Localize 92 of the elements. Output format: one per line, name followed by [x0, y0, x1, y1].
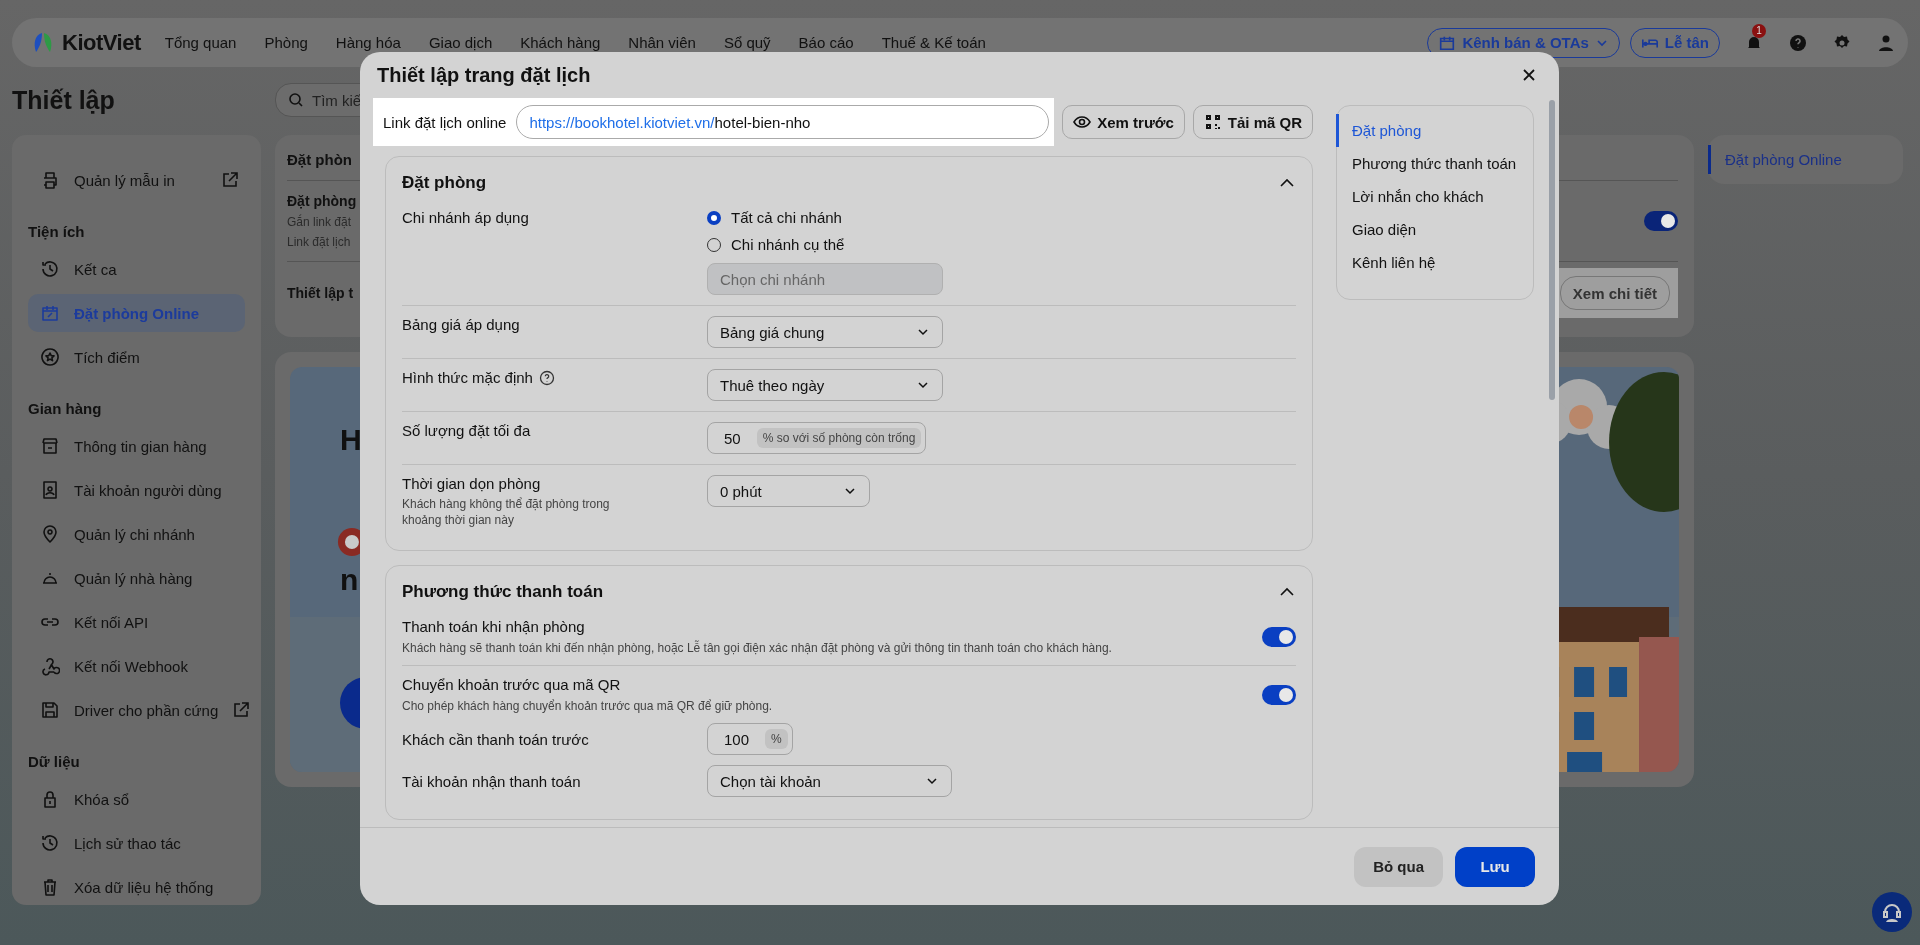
- section-link[interactable]: Lời nhắn cho khách: [1336, 180, 1533, 213]
- help-icon[interactable]: [1788, 32, 1808, 53]
- webhook-icon: [40, 656, 60, 676]
- cancel-button[interactable]: Bỏ qua: [1354, 846, 1443, 887]
- field-label: Thời gian dọn phòng: [402, 475, 541, 492]
- unit-label: % so với số phòng còn trống: [756, 428, 922, 448]
- nav-link[interactable]: Báo cáo: [798, 34, 854, 51]
- qr-code-icon: [1203, 113, 1222, 131]
- notification-badge: 1: [1752, 23, 1766, 38]
- location-pin-icon: [40, 524, 60, 544]
- search-icon: [288, 92, 304, 108]
- store-icon: [40, 436, 60, 456]
- section-link[interactable]: Giao diện: [1336, 213, 1533, 246]
- number-field[interactable]: 50 % so với số phòng còn trống: [707, 422, 927, 454]
- external-link-icon: [232, 701, 251, 719]
- section-link[interactable]: Phương thức thanh toán: [1336, 147, 1533, 180]
- sidebar-item[interactable]: Kết nối API: [28, 603, 245, 641]
- sidebar-item[interactable]: Lịch sử thao tác: [28, 824, 245, 862]
- nav-link[interactable]: Tổng quan: [164, 34, 237, 51]
- dropdown[interactable]: Bảng giá chung: [707, 316, 943, 348]
- section-link[interactable]: Đặt phòng: [1336, 114, 1533, 147]
- scrollbar[interactable]: [1549, 100, 1555, 400]
- detail-button[interactable]: Xem chi tiết: [1559, 276, 1670, 310]
- sidebar-item[interactable]: Thông tin gian hàng: [28, 427, 245, 465]
- support-button[interactable]: [1872, 892, 1912, 932]
- nav-link[interactable]: Thuế & Kế toán: [881, 34, 986, 51]
- option-title: Chuyển khoản trước qua mã QR: [402, 676, 622, 694]
- close-icon[interactable]: [1521, 67, 1537, 83]
- history-icon: [40, 833, 60, 853]
- unit-label: %: [765, 729, 788, 750]
- field-label: Link đặt lịch online: [383, 113, 507, 131]
- sidebar-item[interactable]: Khóa sổ: [28, 780, 245, 818]
- toggle-switch[interactable]: [1262, 626, 1296, 647]
- section-heading: Gian hàng: [28, 399, 103, 419]
- star-icon: [40, 347, 60, 367]
- sidebar-item[interactable]: Xóa dữ liệu hệ thống: [28, 868, 245, 906]
- option-description: Cho phép khách hàng chuyển khoản trước qua mã QR để giữ phòng.: [402, 699, 773, 714]
- field-label: Hình thức mặc định: [402, 369, 533, 386]
- preview-button[interactable]: Xem trước: [1062, 105, 1185, 139]
- sidebar-item[interactable]: Tích điểm: [28, 338, 245, 376]
- dropdown[interactable]: 0 phút: [707, 475, 870, 507]
- save-button[interactable]: Lưu: [1455, 846, 1535, 887]
- toggle-switch[interactable]: [1644, 211, 1678, 231]
- toggle-switch[interactable]: [1262, 684, 1296, 705]
- option-title: Thanh toán khi nhận phòng: [402, 618, 586, 636]
- feature-description: Gắn link đặt: [287, 215, 353, 229]
- section-title: Phương thức thanh toán: [402, 582, 604, 603]
- field-label: Bảng giá áp dụng: [402, 316, 520, 333]
- number-field[interactable]: 100 %: [707, 723, 793, 756]
- field-hint: Khách hàng không thể đặt phòng trong khoảng thời gian này: [402, 496, 611, 529]
- field-label: Số lượng đặt tối đa: [402, 422, 531, 439]
- calendar-icon: [40, 303, 60, 323]
- section-heading: Tiện ích: [28, 222, 86, 242]
- feature-title: Đặt phòng: [287, 193, 357, 209]
- field-label: Khách cần thanh toán trước: [402, 730, 589, 748]
- sidebar-item[interactable]: Driver cho phần cứng: [28, 691, 245, 729]
- feature-description: Link đặt lịch: [287, 235, 352, 249]
- anchor-link[interactable]: Đặt phòng Online: [1708, 145, 1903, 174]
- sidebar-item[interactable]: Quản lý nhà hàng: [28, 559, 245, 597]
- radio-button[interactable]: [707, 210, 721, 225]
- field-label: Chi nhánh áp dụng: [402, 209, 529, 226]
- sidebar-item[interactable]: Kết ca: [28, 250, 245, 288]
- banner-heading: H: [340, 425, 362, 455]
- page-title: Thiết lập: [12, 85, 116, 115]
- field-label: Tài khoản nhận thanh toán: [402, 772, 581, 790]
- nav-link[interactable]: Giao dịch: [428, 34, 493, 51]
- radio-option[interactable]: Tất cả chi nhánh: [707, 209, 943, 226]
- sidebar-item[interactable]: Quản lý chi nhánh: [28, 515, 245, 553]
- dropdown[interactable]: Thuê theo ngày: [707, 369, 943, 401]
- nav-link[interactable]: Khách hàng: [520, 34, 601, 51]
- external-link-icon: [221, 171, 239, 189]
- logo-text[interactable]: KiotViet: [62, 29, 141, 56]
- qr-download-button[interactable]: Tải mã QR: [1192, 105, 1313, 139]
- setup-label: Thiết lập t: [287, 285, 354, 301]
- history-icon: [40, 259, 60, 279]
- modal-title: Thiết lập trang đặt lịch: [377, 63, 591, 87]
- banner-heading: n: [340, 565, 359, 595]
- option-description: Khách hàng sẽ thanh toán khi đến nhận phòng, hoặc Lễ tân gọi điện xác nhận đặt phòng và gửi thông tin thanh toán cho khách hàng.: [402, 641, 1112, 656]
- radio-option[interactable]: Chi nhánh cụ thể: [707, 236, 943, 253]
- dropdown[interactable]: Chọn tài khoản: [707, 765, 952, 798]
- section-link[interactable]: Kênh liên hệ: [1336, 246, 1533, 279]
- user-card-icon: [40, 480, 60, 500]
- nav-link[interactable]: Sổ quỹ: [723, 34, 771, 51]
- help-icon[interactable]: [538, 369, 555, 386]
- nav-link[interactable]: Nhân viên: [628, 34, 696, 51]
- nav-link[interactable]: Hàng hóa: [335, 34, 401, 51]
- sidebar-item[interactable]: Tài khoản người dùng: [28, 471, 245, 509]
- sidebar-item[interactable]: Quản lý mẫu in: [28, 161, 245, 199]
- section-heading: Dữ liệu: [28, 752, 81, 772]
- nav-link[interactable]: Phòng: [264, 34, 308, 51]
- eye-icon: [1073, 113, 1092, 131]
- sidebar-item[interactable]: Kết nối Webhook: [28, 647, 245, 685]
